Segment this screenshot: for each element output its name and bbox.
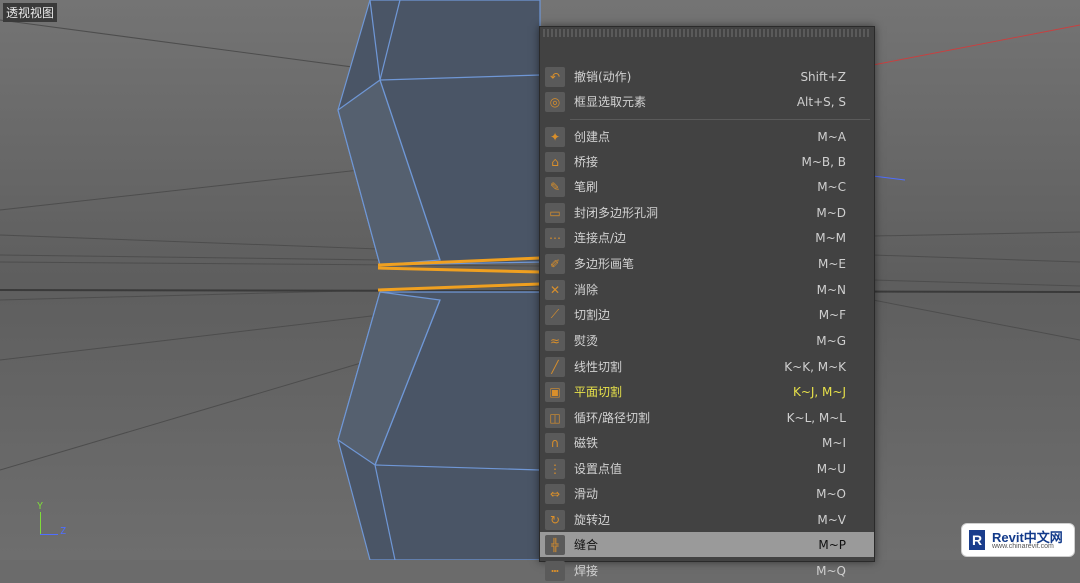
iron-icon: ≈ bbox=[545, 330, 565, 351]
axis-y-line bbox=[40, 512, 41, 534]
menu-item[interactable]: ╱ 线性切割 K~K, M~K bbox=[540, 354, 874, 379]
menu-item-shortcut: M~U bbox=[816, 461, 846, 476]
menu-item-shortcut: M~O bbox=[816, 486, 846, 501]
watermark-url: www.chinarevit.com bbox=[992, 543, 1054, 550]
watermark: R Revit中文网 www.chinarevit.com bbox=[961, 523, 1075, 557]
menu-item[interactable]: ┅ 焊接 M~Q bbox=[540, 558, 874, 583]
menu-item-shortcut: Shift+Z bbox=[800, 69, 846, 84]
menu-item[interactable]: ▭ 封闭多边形孔洞 M~D bbox=[540, 200, 874, 225]
menu-item-label: 连接点/边 bbox=[574, 231, 627, 245]
menu-item-shortcut: M~N bbox=[816, 282, 846, 297]
menu-item[interactable]: ╬ 缝合 M~P bbox=[540, 532, 874, 557]
menu-item-shortcut: M~D bbox=[816, 205, 846, 220]
axis-z-line bbox=[40, 534, 58, 535]
undo-icon: ↶ bbox=[545, 66, 565, 87]
menu-item-label: 焊接 bbox=[574, 564, 599, 578]
menu-item-shortcut: K~J, M~J bbox=[792, 384, 846, 399]
loop-path-cut-icon: ◫ bbox=[545, 407, 565, 428]
menu-item-label: 滑动 bbox=[574, 487, 599, 501]
menu-item-shortcut: M~A bbox=[817, 129, 846, 144]
revit-logo-icon: R bbox=[969, 530, 985, 550]
menu-item[interactable]: ◎ 框显选取元素 Alt+S, S bbox=[540, 89, 874, 114]
menu-item-label: 平面切割 bbox=[574, 385, 623, 399]
menu-item-label: 桥接 bbox=[574, 155, 599, 169]
weld-icon: ┅ bbox=[545, 560, 565, 581]
polygon-pen-icon: ✐ bbox=[545, 253, 565, 274]
menu-item[interactable]: ⇔ 滑动 M~O bbox=[540, 481, 874, 506]
menu-item[interactable]: ✦ 创建点 M~A bbox=[540, 124, 874, 149]
dissolve-icon: ✕ bbox=[545, 279, 565, 300]
close-polygon-hole-icon: ▭ bbox=[545, 202, 565, 223]
menu-item-label: 线性切割 bbox=[574, 360, 623, 374]
menu-item-shortcut: M~B, B bbox=[801, 154, 846, 169]
menu-item[interactable]: ◫ 循环/路径切割 K~L, M~L bbox=[540, 405, 874, 430]
menu-separator bbox=[570, 119, 870, 120]
menu-item-label: 熨烫 bbox=[574, 334, 599, 348]
create-point-icon: ✦ bbox=[545, 126, 565, 147]
frame-selected-icon: ◎ bbox=[545, 91, 565, 112]
menu-item-shortcut: K~L, M~L bbox=[786, 410, 846, 425]
set-point-value-icon: ⋮ bbox=[545, 458, 565, 479]
menu-item[interactable]: ∩ 磁铁 M~I bbox=[540, 430, 874, 455]
magnet-icon: ∩ bbox=[545, 432, 565, 453]
edge-cut-icon: ⟋ bbox=[545, 304, 565, 325]
menu-item-label: 创建点 bbox=[574, 130, 611, 144]
menu-item[interactable]: ⋯ 连接点/边 M~M bbox=[540, 225, 874, 250]
menu-item-label: 设置点值 bbox=[574, 462, 623, 476]
menu-item-shortcut: M~P bbox=[818, 537, 846, 552]
menu-item-shortcut: M~I bbox=[822, 435, 846, 450]
menu-item-shortcut: M~Q bbox=[816, 563, 846, 578]
svg-text:R: R bbox=[972, 532, 982, 548]
menu-item-label: 切割边 bbox=[574, 308, 611, 322]
menu-item-label: 笔刷 bbox=[574, 180, 599, 194]
menu-item-label: 撤销(动作) bbox=[574, 70, 632, 84]
brush-icon: ✎ bbox=[545, 176, 565, 197]
bridge-icon: ⌂ bbox=[545, 151, 565, 172]
menu-item[interactable]: ▣ 平面切割 K~J, M~J bbox=[540, 379, 874, 404]
menu-item-label: 消除 bbox=[574, 283, 599, 297]
menu-item-shortcut: M~E bbox=[818, 256, 846, 271]
menu-item-label: 多边形画笔 bbox=[574, 257, 635, 271]
axis-y-label: Y bbox=[37, 501, 44, 512]
menu-item-shortcut: Alt+S, S bbox=[796, 94, 846, 109]
menu-item-shortcut: M~F bbox=[818, 307, 846, 322]
menu-item[interactable]: ↶ 撤销(动作) Shift+Z bbox=[540, 64, 874, 89]
plane-cut-icon: ▣ bbox=[545, 381, 565, 402]
menu-item-label: 封闭多边形孔洞 bbox=[574, 206, 659, 220]
slide-icon: ⇔ bbox=[545, 483, 565, 504]
menu-item-label: 磁铁 bbox=[574, 436, 599, 450]
menu-item[interactable]: ⟋ 切割边 M~F bbox=[540, 302, 874, 327]
menu-item[interactable]: ✕ 消除 M~N bbox=[540, 277, 874, 302]
stitch-and-sew-icon: ╬ bbox=[545, 534, 565, 555]
menu-item-shortcut: K~K, M~K bbox=[784, 359, 846, 374]
context-menu[interactable]: ↶ 撤销(动作) Shift+Z ◎ 框显选取元素 Alt+S, S ✦ 创建点 M~A ⌂ 桥接 M… bbox=[539, 26, 875, 581]
menu-item-shortcut: M~V bbox=[817, 512, 846, 527]
viewport-title: 透视视图 bbox=[3, 3, 58, 22]
menu-item-label: 缝合 bbox=[574, 538, 599, 552]
menu-item-shortcut: M~M bbox=[815, 230, 846, 245]
menu-item-shortcut: M~G bbox=[816, 333, 846, 348]
menu-item[interactable]: ↻ 旋转边 M~V bbox=[540, 507, 874, 532]
menu-item[interactable]: ≈ 熨烫 M~G bbox=[540, 328, 874, 353]
menu-item[interactable]: ✎ 笔刷 M~C bbox=[540, 174, 874, 199]
connect-points-edges-icon: ⋯ bbox=[545, 227, 565, 248]
menu-item[interactable]: ✐ 多边形画笔 M~E bbox=[540, 251, 874, 276]
menu-item-shortcut: M~C bbox=[817, 179, 846, 194]
menu-grip[interactable] bbox=[543, 29, 871, 37]
menu-item-label: 循环/路径切割 bbox=[574, 411, 651, 425]
menu-item[interactable]: ⌂ 桥接 M~B, B bbox=[540, 149, 874, 174]
axis-z-label: Z bbox=[60, 526, 67, 537]
menu-item-label: 框显选取元素 bbox=[574, 95, 647, 109]
menu-item-label: 旋转边 bbox=[574, 513, 611, 527]
menu-item[interactable]: ⋮ 设置点值 M~U bbox=[540, 456, 874, 481]
spin-edge-icon: ↻ bbox=[545, 509, 565, 530]
line-cut-icon: ╱ bbox=[545, 356, 565, 377]
